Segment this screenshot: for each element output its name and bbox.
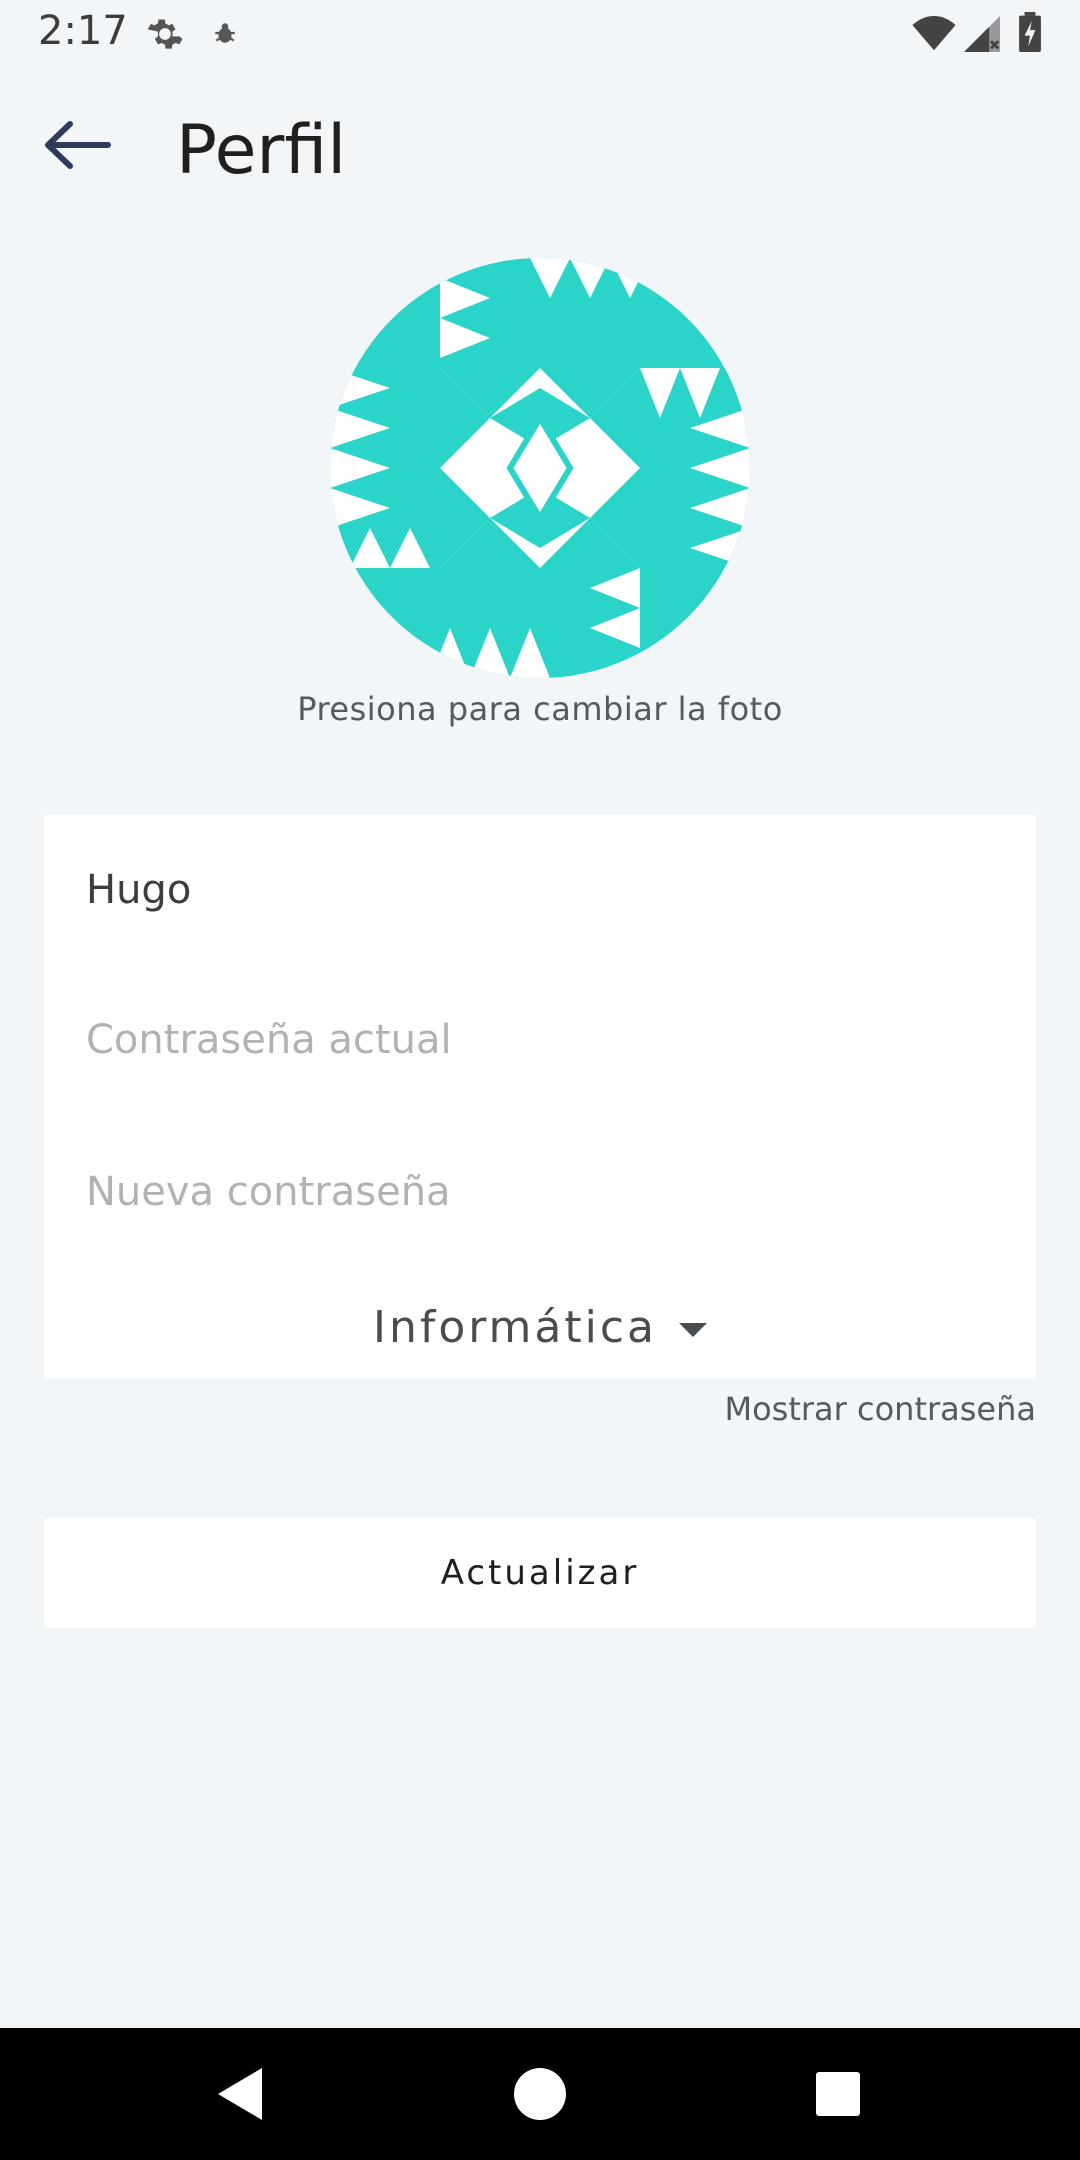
username-field[interactable]: Hugo <box>86 845 1006 935</box>
back-triangle-icon[interactable] <box>210 2064 270 2124</box>
battery-charging-icon <box>1018 12 1042 56</box>
recents-square-icon[interactable] <box>808 2064 868 2124</box>
new-password-field[interactable]: Nueva contraseña <box>86 1147 1006 1237</box>
settings-icon <box>145 14 185 58</box>
app-bar: Perfil <box>0 100 1080 200</box>
status-time: 2:17 <box>38 8 128 54</box>
home-circle-icon[interactable] <box>510 2064 570 2124</box>
update-button[interactable]: Actualizar <box>44 1518 1036 1628</box>
avatar[interactable] <box>330 258 750 678</box>
bug-icon <box>212 20 238 50</box>
department-selected-value: Informática <box>372 1302 658 1353</box>
caret-down-icon <box>679 1323 708 1337</box>
show-password-toggle[interactable]: Mostrar contraseña <box>724 1390 1036 1428</box>
page-title: Perfil <box>176 111 347 190</box>
status-bar: 2:17 <box>0 0 1080 68</box>
department-dropdown[interactable]: Informática <box>44 1283 1036 1373</box>
signal-icon <box>964 16 1000 56</box>
avatar-hint: Presiona para cambiar la foto <box>297 690 783 728</box>
current-password-field[interactable]: Contraseña actual <box>86 995 1006 1085</box>
navigation-bar <box>0 2028 1080 2160</box>
arrow-left-icon <box>40 121 112 174</box>
wifi-icon <box>912 16 956 56</box>
profile-form: Hugo Contraseña actual Nueva contraseña … <box>44 815 1036 1378</box>
back-button[interactable] <box>40 120 140 180</box>
